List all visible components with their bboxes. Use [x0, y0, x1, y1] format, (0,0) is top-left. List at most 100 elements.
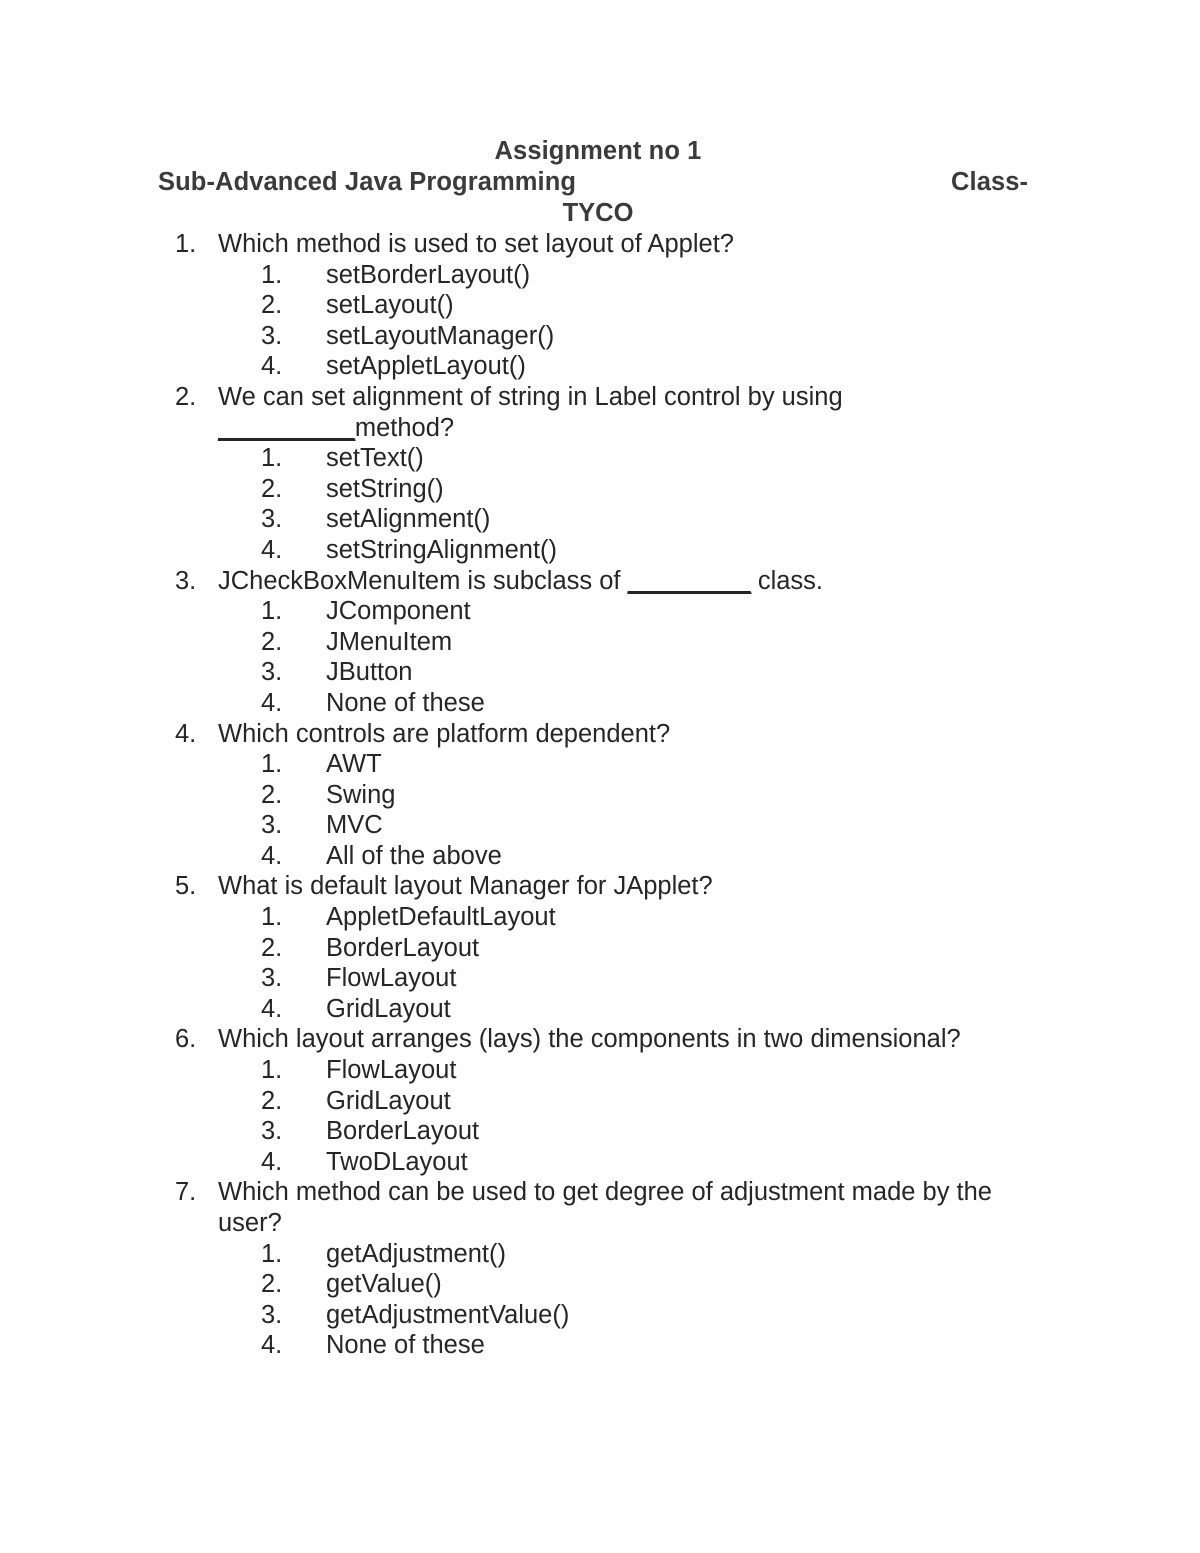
option-item[interactable]: 1. getAdjustment(): [261, 1239, 1050, 1270]
option-text: BorderLayout: [326, 1117, 480, 1146]
fill-in-blank: __________: [218, 413, 355, 442]
option-text: AppletDefaultLayout: [326, 903, 556, 932]
option-number: 2.: [261, 933, 283, 962]
option-item[interactable]: 2. getValue(): [261, 1269, 1050, 1300]
option-number: 3.: [261, 505, 283, 534]
option-item[interactable]: 3. MVC: [261, 810, 1050, 841]
option-text: AWT: [326, 750, 382, 779]
option-item[interactable]: 3. BorderLayout: [261, 1116, 1050, 1147]
option-item[interactable]: 3. JButton: [261, 657, 1050, 688]
question-text: Which method is used to set layout of Ap…: [218, 230, 734, 258]
option-number: 4.: [261, 994, 283, 1023]
option-text: setLayoutManager(): [326, 321, 555, 350]
option-item[interactable]: 4. TwoDLayout: [261, 1147, 1050, 1178]
option-text: JMenuItem: [326, 627, 453, 656]
option-list: 1. JComponent 2. JMenuItem 3. JButton 4. None o…: [261, 596, 1050, 718]
option-text: JButton: [326, 658, 413, 687]
option-group: 1. JComponent 2. JMenuItem 3. JButton 4. None o…: [218, 596, 1050, 718]
option-text: FlowLayout: [326, 1056, 457, 1085]
option-list: 1. AWT 2. Swing 3. MVC 4. All of the above: [261, 749, 1050, 871]
option-text: None of these: [326, 688, 485, 717]
option-number: 1.: [261, 903, 283, 932]
option-item[interactable]: 4. All of the above: [261, 841, 1050, 872]
question-number: 4.: [175, 719, 197, 748]
option-number: 1.: [261, 260, 283, 289]
option-item[interactable]: 4. GridLayout: [261, 994, 1050, 1025]
subject-label: Sub-Advanced Java Programming: [158, 168, 577, 196]
option-list: 1. setText() 2. setString() 3. setAlignment()…: [261, 443, 1050, 565]
option-number: 4.: [261, 352, 283, 381]
option-item[interactable]: 1. setBorderLayout(): [261, 260, 1050, 291]
option-number: 2.: [261, 1086, 283, 1115]
question-text: JCheckBoxMenuItem is subclass of _______…: [218, 566, 824, 595]
subject-and-class-line: Sub-Advanced Java Programming Class-: [0, 167, 1200, 198]
option-list: 1. setBorderLayout() 2. setLayout() 3. setLay…: [261, 260, 1050, 382]
class-value: TYCO: [562, 199, 634, 227]
option-number: 2.: [261, 627, 283, 656]
option-item[interactable]: 1. setText(): [261, 443, 1050, 474]
question-text: Which controls are platform dependent?: [218, 719, 671, 748]
option-group: 1. setBorderLayout() 2. setLayout() 3. setLay…: [218, 260, 1050, 382]
question-item: 2. We can set alignment of string in Labe…: [0, 382, 1200, 566]
option-text: GridLayout: [326, 1086, 451, 1115]
option-item[interactable]: 2. GridLayout: [261, 1086, 1050, 1117]
option-group: 1. setText() 2. setString() 3. setAlignment()…: [218, 443, 1050, 565]
option-number: 3.: [261, 1117, 283, 1146]
option-item[interactable]: 3. setAlignment(): [261, 504, 1050, 535]
question-number: 7.: [175, 1178, 197, 1207]
option-item[interactable]: 4. setAppletLayout(): [261, 351, 1050, 382]
option-item[interactable]: 1. AWT: [261, 749, 1050, 780]
option-item[interactable]: 4. None of these: [261, 688, 1050, 719]
option-item[interactable]: 2. setLayout(): [261, 290, 1050, 321]
option-group: 1. AWT 2. Swing 3. MVC 4. All of the above: [218, 749, 1050, 871]
option-number: 2.: [261, 291, 283, 320]
option-number: 1.: [261, 1239, 283, 1268]
option-number: 1.: [261, 597, 283, 626]
question-item: 3. JCheckBoxMenuItem is subclass of _____…: [0, 566, 1200, 719]
option-item[interactable]: 2. BorderLayout: [261, 933, 1050, 964]
question-text: We can set alignment of string in Label …: [218, 382, 843, 442]
option-item[interactable]: 2. setString(): [261, 474, 1050, 505]
question-text: What is default layout Manager for JAppl…: [218, 872, 713, 901]
option-number: 3.: [261, 964, 283, 993]
option-number: 1.: [261, 444, 283, 473]
option-item[interactable]: 1. AppletDefaultLayout: [261, 902, 1050, 933]
option-number: 3.: [261, 811, 283, 840]
option-list: 1. getAdjustment() 2. getValue() 3. getAdjust…: [261, 1239, 1050, 1361]
option-number: 4.: [261, 1147, 283, 1176]
question-item: 5. What is default layout Manager for JAp…: [0, 871, 1200, 1024]
question-list: 1. Which method is used to set layout of …: [0, 229, 1200, 1361]
option-item[interactable]: 2. JMenuItem: [261, 627, 1050, 658]
option-text: FlowLayout: [326, 964, 457, 993]
option-list: 1. AppletDefaultLayout 2. BorderLayout 3. Flo…: [261, 902, 1050, 1024]
document-header: Assignment no 1 Sub-Advanced Java Progra…: [0, 0, 1200, 229]
option-item[interactable]: 1. FlowLayout: [261, 1055, 1050, 1086]
option-number: 2.: [261, 1270, 283, 1299]
question-text: Which method can be used to get degree o…: [218, 1178, 992, 1237]
question-text: Which layout arranges (lays) the compone…: [218, 1025, 961, 1054]
option-item[interactable]: 2. Swing: [261, 780, 1050, 811]
option-item[interactable]: 4. None of these: [261, 1330, 1050, 1361]
question-item: 7. Which method can be used to get degree…: [0, 1177, 1200, 1361]
option-number: 1.: [261, 1056, 283, 1085]
option-item[interactable]: 3. getAdjustmentValue(): [261, 1300, 1050, 1331]
option-item[interactable]: 1. JComponent: [261, 596, 1050, 627]
option-text: BorderLayout: [326, 933, 480, 962]
option-item[interactable]: 3. setLayoutManager(): [261, 321, 1050, 352]
option-text: None of these: [326, 1331, 485, 1360]
question-item: 1. Which method is used to set layout of …: [0, 229, 1200, 382]
question-number: 5.: [175, 872, 197, 901]
option-group: 1. AppletDefaultLayout 2. BorderLayout 3. Flo…: [218, 902, 1050, 1024]
option-number: 2.: [261, 474, 283, 503]
option-number: 4.: [261, 535, 283, 564]
option-item[interactable]: 4. setStringAlignment(): [261, 535, 1050, 566]
option-text: All of the above: [326, 841, 502, 870]
option-text: getAdjustment(): [326, 1239, 506, 1268]
option-number: 3.: [261, 321, 283, 350]
option-text: setText(): [326, 444, 424, 473]
option-item[interactable]: 3. FlowLayout: [261, 963, 1050, 994]
option-group: 1. getAdjustment() 2. getValue() 3. getAdjust…: [218, 1239, 1050, 1361]
option-text: setLayout(): [326, 291, 454, 320]
option-number: 1.: [261, 750, 283, 779]
question-number: 6.: [175, 1025, 197, 1054]
